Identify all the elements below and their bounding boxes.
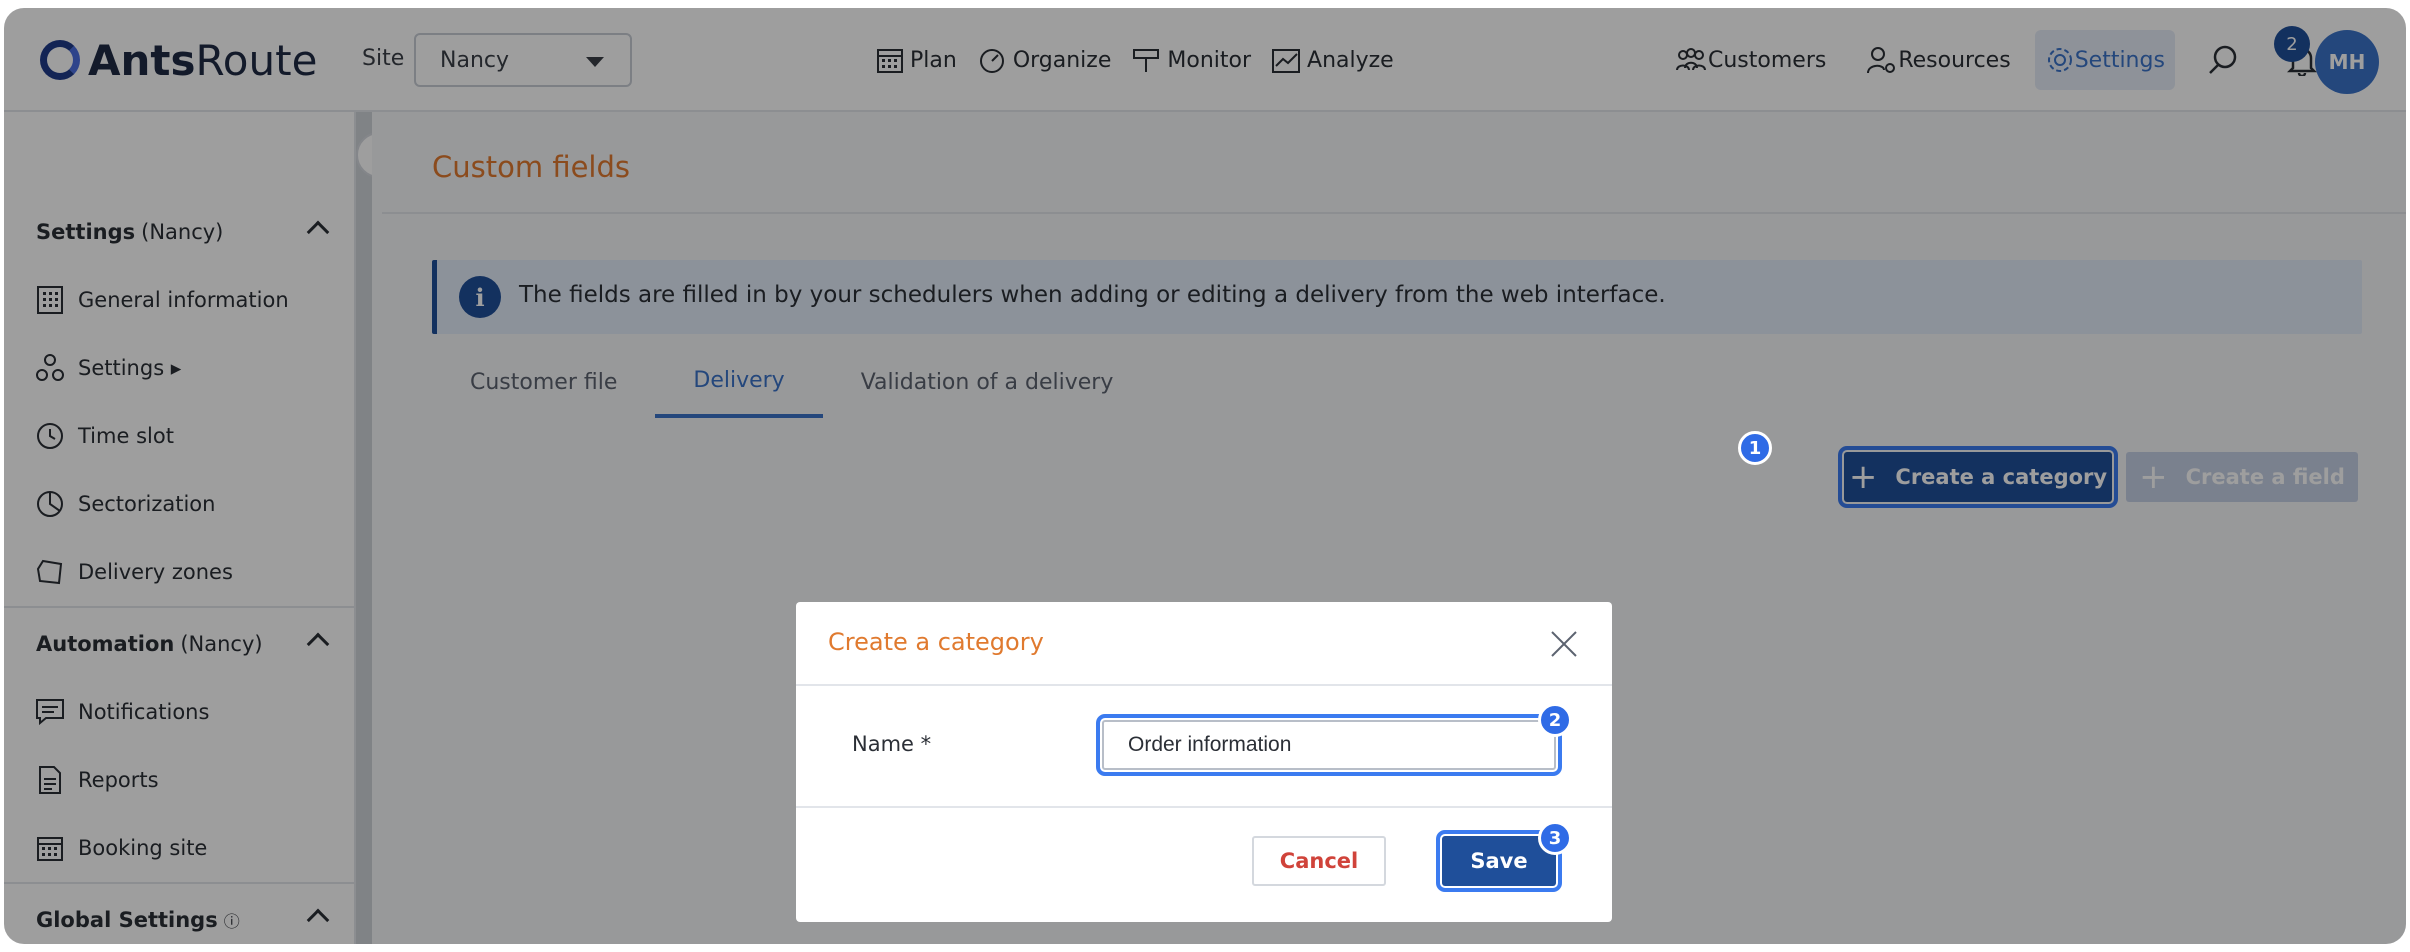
category-name-input[interactable] xyxy=(1096,714,1562,776)
dialog-title: Create a category xyxy=(828,628,1044,656)
step-badge-1: 1 xyxy=(1738,431,1772,465)
divider xyxy=(796,684,1612,686)
cancel-button[interactable]: Cancel xyxy=(1252,836,1386,886)
app-window: Ants Route Site Nancy Plan Organize Monit… xyxy=(4,8,2406,944)
create-category-dialog: Create a category Name * Cancel Save xyxy=(796,602,1612,922)
name-label: Name * xyxy=(852,732,932,756)
divider xyxy=(796,806,1612,808)
step-badge-2: 2 xyxy=(1538,703,1572,737)
step-badge-3: 3 xyxy=(1538,821,1572,855)
close-icon[interactable] xyxy=(1548,628,1580,660)
